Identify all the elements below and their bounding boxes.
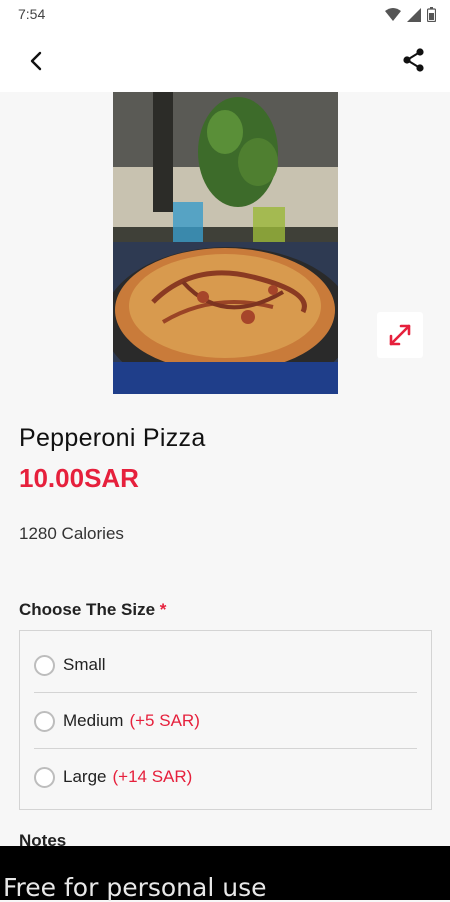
size-option-label: Small [63,655,106,674]
size-section-heading: Choose The Size * [19,600,166,620]
radio-button[interactable] [34,710,55,732]
pizza-photo [113,92,338,394]
size-options-box: Small Medium (+5 SAR) Large (+14 SAR) [19,630,432,810]
battery-icon [427,7,436,22]
watermark-banner: Free for personal use [0,846,450,902]
radio-button[interactable] [34,766,55,788]
status-icons [385,7,436,22]
size-option-medium[interactable]: Medium (+5 SAR) [34,693,417,749]
size-option-extra-price: (+14 SAR) [112,767,193,786]
signal-icon [407,7,421,22]
size-option-label: Large [63,767,107,786]
watermark-text: Free for personal use [3,873,267,902]
expand-icon [389,324,411,346]
size-heading-label: Choose The Size [19,600,156,619]
app-bar [0,30,450,92]
status-time: 7:54 [18,6,46,22]
required-mark: * [159,600,167,619]
size-option-extra-price: (+5 SAR) [129,711,200,730]
size-option-small[interactable]: Small [34,637,417,693]
product-calories: 1280 Calories [19,524,124,543]
product-title: Pepperoni Pizza [19,424,206,452]
product-image[interactable] [113,92,338,394]
wifi-icon [385,7,401,21]
status-bar: 7:54 [0,0,450,30]
size-option-label: Medium [63,711,124,730]
share-icon[interactable] [400,46,428,74]
back-arrow-icon[interactable] [24,48,50,74]
radio-button[interactable] [34,654,55,676]
product-price: 10.00SAR [19,463,139,493]
size-option-large[interactable]: Large (+14 SAR) [34,749,417,805]
expand-image-button[interactable] [377,312,423,358]
